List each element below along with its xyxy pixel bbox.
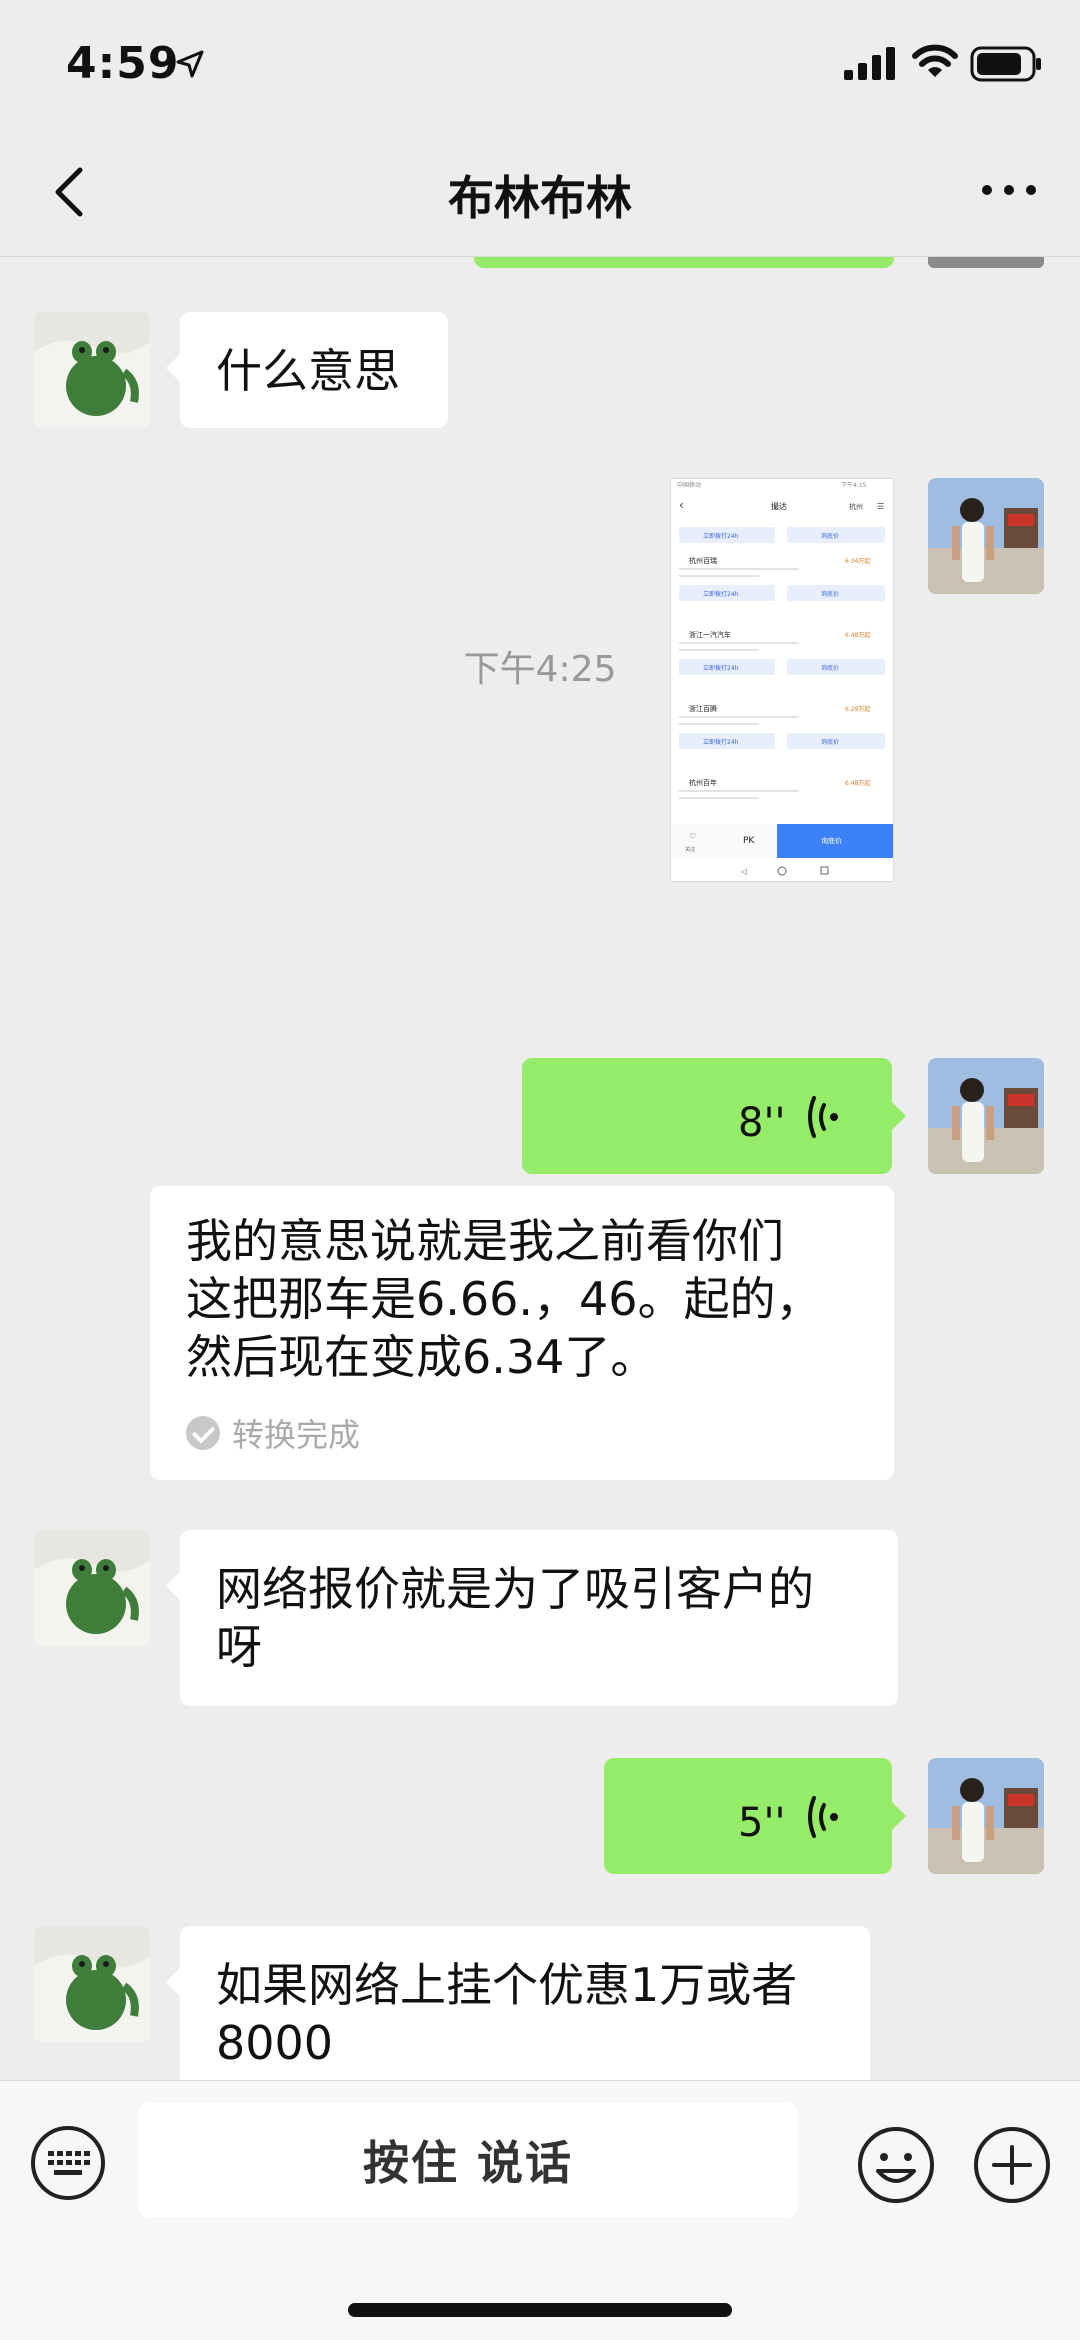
svg-text:PK: PK <box>743 836 755 846</box>
voice-message-bubble[interactable]: 8'' <box>522 1058 906 1174</box>
screenshot-inquiry-label: 询底价 <box>821 738 839 746</box>
frog-plush-avatar-image <box>34 1530 150 1646</box>
svg-text:询底价: 询底价 <box>821 836 842 845</box>
screenshot-call-label: 立即拨打24h <box>703 738 739 746</box>
transcript-text: 我的意思说就是我之前看你们 这把那车是6.66.，46。起的， 然后现在变成6.… <box>186 1212 858 1386</box>
wifi-icon <box>912 44 958 77</box>
previous-message-bubble[interactable] <box>474 256 894 268</box>
svg-text:☰: ☰ <box>877 502 884 511</box>
received-message-bubble[interactable]: 如果网络上挂个优惠1万或者 8000 <box>166 1926 870 2080</box>
screenshot-tab: 撮达 <box>771 501 787 511</box>
woman-photo-avatar-image <box>928 1058 1044 1174</box>
status-bar: 4:59 <box>0 0 1080 130</box>
frog-plush-avatar-image <box>34 1926 150 2042</box>
contact-avatar[interactable] <box>34 1926 150 2042</box>
voice-duration: 5'' <box>738 1800 786 1846</box>
voice-wave-icon <box>808 1796 838 1838</box>
screenshot-dealer-name: 浙江一汽汽车 <box>689 630 731 639</box>
chat-message-list[interactable]: 什么意思 中国移动 下午4:15 ‹ 撮达 杭州 ☰ 立即拨打24h 询底价 杭… <box>0 256 1080 2080</box>
screenshot-dealer-price: 6.34万起 <box>845 557 870 565</box>
location-arrow-icon <box>176 50 204 78</box>
self-avatar-partial[interactable] <box>928 256 1044 268</box>
cellular-signal-icon <box>844 47 895 80</box>
keyboard-toggle-icon[interactable] <box>30 2125 106 2201</box>
received-message-bubble[interactable]: 什么意思 <box>166 312 448 428</box>
timestamp-divider: 下午4:25 <box>463 649 617 690</box>
svg-text:关注: 关注 <box>685 846 695 853</box>
message-text-line: 呀 <box>216 1620 262 1674</box>
plus-more-icon[interactable] <box>972 2125 1052 2205</box>
screenshot-dealer-name: 杭州百年 <box>689 778 717 787</box>
nav-bar: 布林布林 <box>0 130 1080 257</box>
message-text-line: 如果网络上挂个优惠1万或者 <box>216 1958 798 2012</box>
emoji-icon[interactable] <box>856 2125 936 2205</box>
screenshot-dealer-name: 浙江百腾 <box>689 704 717 713</box>
screenshot-line <box>679 716 799 718</box>
self-avatar[interactable] <box>928 478 1044 594</box>
voice-wave-icon <box>808 1096 838 1138</box>
transcript-line: 然后现在变成6.34了。 <box>186 1330 657 1384</box>
screenshot-line <box>679 575 759 577</box>
screenshot-dealer-price: 6.48万起 <box>845 779 870 787</box>
home-indicator <box>348 2303 732 2317</box>
more-options-icon[interactable] <box>974 170 1044 210</box>
chat-title: 布林布林 <box>448 171 632 225</box>
battery-icon <box>970 46 1041 82</box>
screenshot-line <box>679 790 799 792</box>
transcript-status-label: 转换完成 <box>232 1416 361 1454</box>
svg-text:◁: ◁ <box>740 867 747 876</box>
woman-photo-avatar-image <box>928 478 1044 594</box>
check-circle-icon <box>186 1416 220 1450</box>
screenshot-dealer-name: 杭州百瑞 <box>689 556 717 565</box>
received-message-bubble[interactable]: 网络报价就是为了吸引客户的 呀 <box>166 1530 898 1706</box>
frog-plush-avatar-image <box>34 312 150 428</box>
voice-message-bubble[interactable]: 5'' <box>604 1758 906 1874</box>
self-avatar[interactable] <box>928 1758 1044 1874</box>
self-avatar[interactable] <box>928 1058 1044 1174</box>
hold-to-talk-button[interactable]: 按住 说话 <box>138 2103 798 2217</box>
screenshot-line <box>679 568 799 570</box>
screenshot-line <box>679 797 759 799</box>
screenshot-dealer-price: 6.48万起 <box>845 631 870 639</box>
screenshot-dealer-price: 6.29万起 <box>845 705 870 713</box>
chat-input-bar: 按住 说话 <box>0 2080 1080 2340</box>
transcript-status: 转换完成 <box>186 1410 360 1456</box>
contact-avatar[interactable] <box>34 312 150 428</box>
woman-photo-avatar-image <box>928 1758 1044 1874</box>
voice-duration: 8'' <box>738 1100 786 1146</box>
screenshot-line <box>679 723 759 725</box>
voice-transcript-card[interactable]: 我的意思说就是我之前看你们 这把那车是6.66.，46。起的， 然后现在变成6.… <box>150 1186 894 1480</box>
svg-text:中国移动: 中国移动 <box>677 481 701 489</box>
status-time: 4:59 <box>66 38 180 89</box>
svg-text:杭州: 杭州 <box>849 502 863 511</box>
message-text: 什么意思 <box>216 344 400 398</box>
svg-text:立即拨打24h: 立即拨打24h <box>703 532 739 540</box>
transcript-line: 这把那车是6.66.，46。起的， <box>186 1272 822 1326</box>
screenshot-inquiry-label: 询底价 <box>821 590 839 598</box>
contact-avatar[interactable] <box>34 1530 150 1646</box>
svg-text:下午4:15: 下午4:15 <box>841 481 867 489</box>
svg-text:‹: ‹ <box>679 498 684 512</box>
svg-text:询底价: 询底价 <box>821 532 839 540</box>
message-text-line: 网络报价就是为了吸引客户的 <box>216 1562 814 1616</box>
screenshot-call-label: 立即拨打24h <box>703 590 739 598</box>
svg-text:♡: ♡ <box>689 832 696 841</box>
message-text-line: 8000 <box>216 2016 334 2070</box>
transcript-line: 我的意思说就是我之前看你们 <box>186 1214 784 1268</box>
